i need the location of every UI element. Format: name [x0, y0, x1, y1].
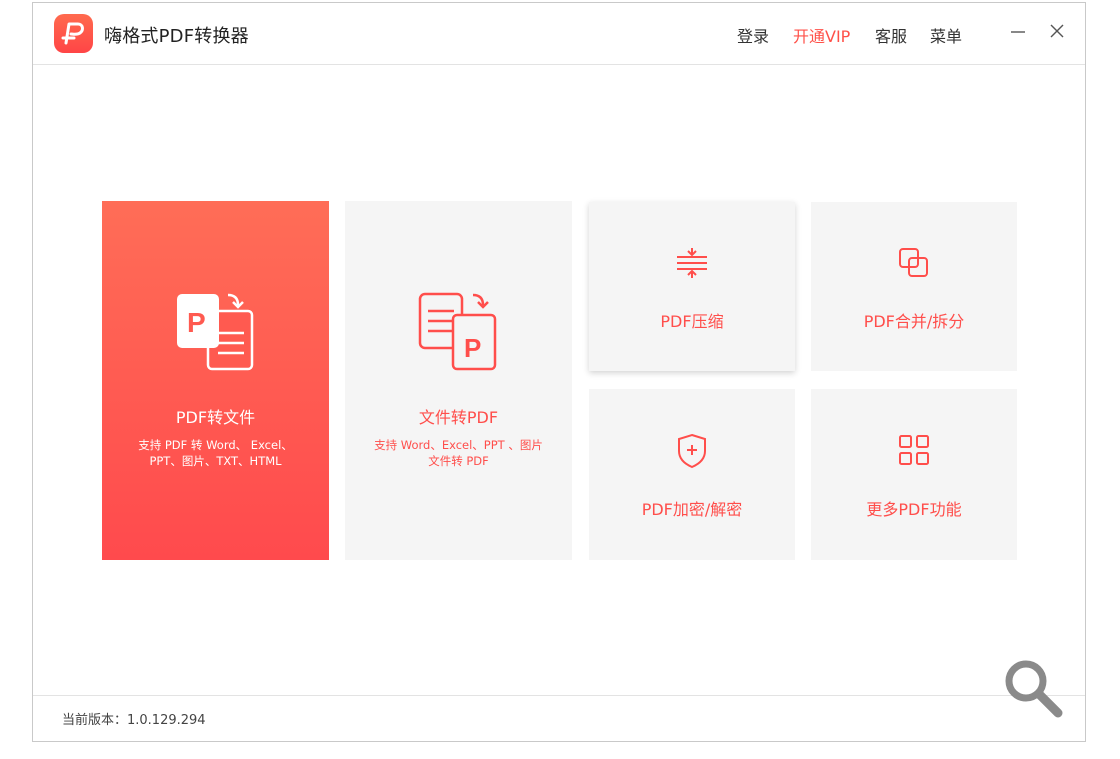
- shield-lock-icon: [678, 433, 706, 469]
- login-link[interactable]: 登录: [737, 23, 769, 47]
- file-to-pdf-icon: P: [418, 292, 497, 371]
- magnifier-icon[interactable]: [1002, 657, 1064, 719]
- version-label: 当前版本：1.0.129.294: [62, 713, 206, 728]
- close-icon: [1050, 24, 1064, 38]
- pdf-compress-title: PDF压缩: [660, 312, 724, 331]
- app-window: 嗨格式PDF转换器 登录 开通VIP 客服 菜单 P PDF转文件 支持 PDF…: [32, 2, 1086, 742]
- file-to-pdf-desc: 支持 Word、Excel、PPT 、图片文件转 PDF: [374, 438, 543, 468]
- pdf-merge-split-tile[interactable]: PDF合并/拆分: [811, 202, 1017, 371]
- pdf-to-file-desc: 支持 PDF 转 Word、 Excel、 PPT、图片、TXT、HTML: [138, 438, 293, 468]
- app-logo-icon: [54, 14, 93, 53]
- pdf-to-file-tile[interactable]: P PDF转文件 支持 PDF 转 Word、 Excel、 PPT、图片、TX…: [102, 201, 329, 560]
- more-pdf-features-tile[interactable]: 更多PDF功能: [811, 389, 1017, 560]
- service-link[interactable]: 客服: [875, 23, 907, 47]
- pdf-merge-split-title: PDF合并/拆分: [863, 312, 965, 331]
- svg-text:P: P: [187, 307, 206, 338]
- svg-text:P: P: [464, 333, 481, 363]
- minimize-button[interactable]: [1008, 21, 1028, 41]
- file-to-pdf-title: 文件转PDF: [418, 408, 499, 427]
- file-to-pdf-tile[interactable]: P 文件转PDF 支持 Word、Excel、PPT 、图片文件转 PDF: [345, 201, 572, 560]
- pdf-compress-tile[interactable]: PDF压缩: [589, 202, 795, 371]
- pdf-to-file-icon: P: [177, 293, 254, 371]
- close-button[interactable]: [1047, 21, 1067, 41]
- merge-split-icon: [899, 248, 928, 277]
- more-pdf-features-title: 更多PDF功能: [866, 500, 962, 519]
- menu-link[interactable]: 菜单: [930, 23, 962, 47]
- vip-link[interactable]: 开通VIP: [793, 23, 850, 47]
- pdf-to-file-title: PDF转文件: [175, 408, 256, 427]
- title-bar: 嗨格式PDF转换器 登录 开通VIP 客服 菜单: [33, 3, 1085, 65]
- grid-more-icon: [899, 435, 929, 465]
- pdf-encrypt-title: PDF加密/解密: [641, 500, 743, 519]
- minimize-icon: [1011, 31, 1025, 33]
- pdf-encrypt-tile[interactable]: PDF加密/解密: [589, 389, 795, 560]
- app-title: 嗨格式PDF转换器: [104, 26, 249, 47]
- status-bar: 当前版本：1.0.129.294: [33, 695, 1085, 741]
- compress-icon: [677, 248, 707, 278]
